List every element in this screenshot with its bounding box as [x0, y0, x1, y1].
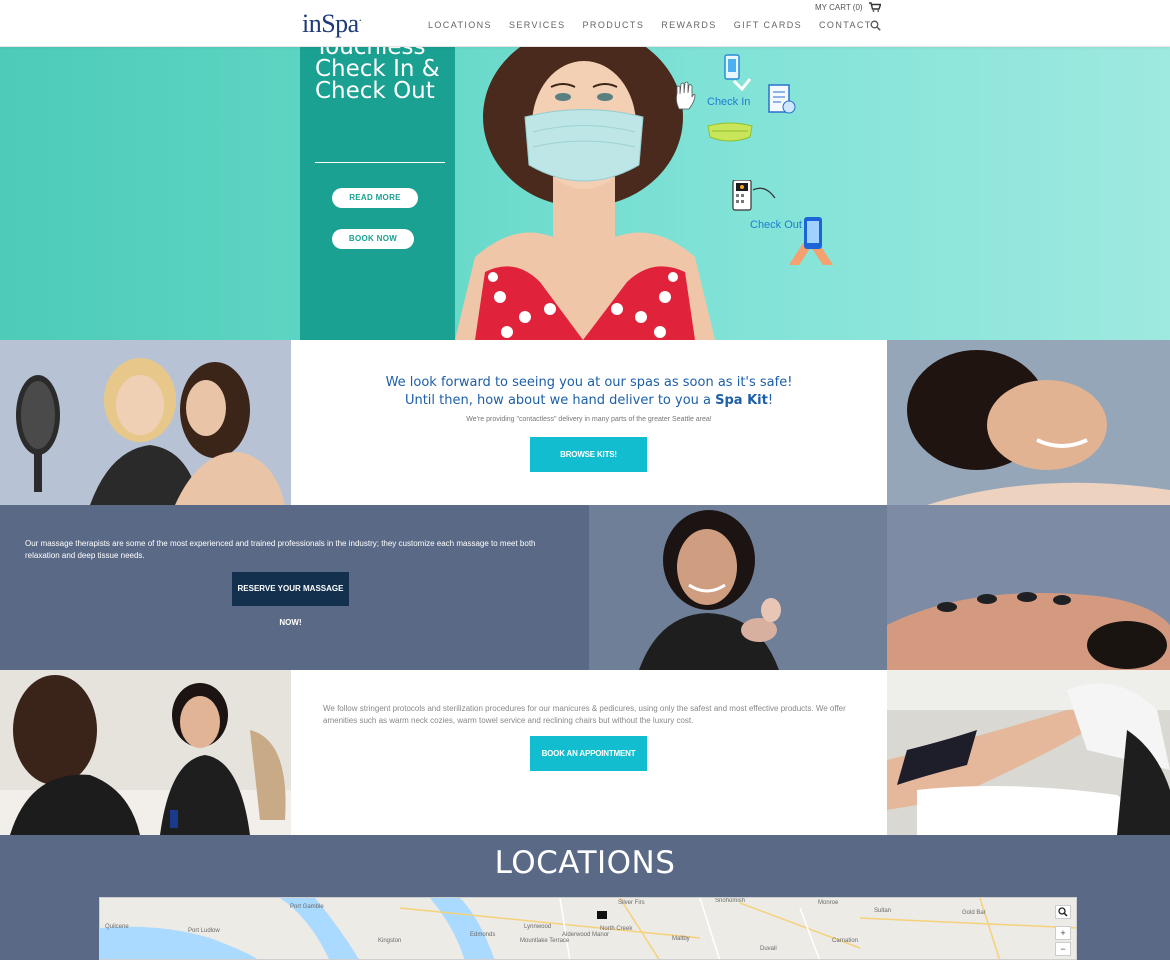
map-label-mountlake-terrace: Mountlake Terrace [520, 938, 570, 944]
card-terminal-icon [732, 180, 776, 211]
logo-text: inSpa [302, 9, 359, 38]
book-now-button[interactable]: BOOK NOW [332, 229, 414, 249]
map-zoom-in-button[interactable]: + [1055, 926, 1071, 940]
locations-map[interactable]: Port Gamble Kingston Edmonds Lynnwood Mo… [99, 897, 1077, 960]
manicure-description: We follow stringent protocols and steril… [323, 704, 846, 725]
cart-icon[interactable] [869, 2, 881, 12]
hero-title-line-2: Check In & [315, 56, 440, 82]
my-cart-link[interactable]: MY CART (0) [815, 3, 863, 12]
nav-products[interactable]: PRODUCTS [583, 20, 645, 30]
nav-gift-cards[interactable]: GIFT CARDS [734, 20, 802, 30]
map-search-icon [1058, 907, 1068, 917]
manicure-photo [0, 670, 291, 835]
map-label-quilcene: Quilcene [105, 924, 129, 930]
map-label-snohomish: Snohomish [715, 898, 746, 904]
hero-banner: Check In Check Out [0, 47, 1170, 340]
inspa-logo[interactable]: inSpa. [302, 9, 362, 38]
main-nav: LOCATIONS SERVICES PRODUCTS REWARDS GIFT… [428, 20, 889, 30]
map-label-port-gamble: Port Gamble [290, 904, 324, 910]
nav-services[interactable]: SERVICES [509, 20, 566, 30]
read-more-button[interactable]: READ MORE [332, 188, 418, 208]
site-header: inSpa. LOCATIONS SERVICES PRODUCTS REWAR… [0, 0, 1170, 47]
nav-locations[interactable]: LOCATIONS [428, 20, 492, 30]
map-label-sultan: Sultan [874, 908, 892, 914]
massage-description: Our massage therapists are some of the m… [25, 539, 536, 560]
smiling-woman-photo [887, 340, 1170, 505]
locations-section: LOCATIONS Port Gamble Kingston Edmonds L… [0, 835, 1170, 960]
kit-headline-2: Until then, how about we hand deliver to… [291, 392, 887, 410]
reserve-massage-button[interactable]: RESERVE YOUR MASSAGE NOW! [232, 572, 349, 627]
nav-contact[interactable]: CONTACT [819, 20, 872, 30]
map-label-maltby: Maltby [672, 936, 690, 942]
delivery-note: We're providing "contactless" delivery i… [466, 416, 712, 423]
mirror-consultation-photo [0, 340, 291, 505]
map-label-gold-bar: Gold Bar [962, 910, 986, 916]
nav-rewards[interactable]: REWARDS [661, 20, 716, 30]
book-appointment-button[interactable]: BOOK AN APPOINTMENT TODAY! [530, 736, 647, 793]
massage-section: Our massage therapists are some of the m… [0, 505, 589, 670]
map-label-monroe: Monroe [818, 900, 839, 906]
mask-icon [707, 122, 753, 142]
map-label-kingston: Kingston [378, 938, 402, 944]
map-label-alderwood-manor: Alderwood Manor [562, 932, 610, 938]
manicure-card: We follow stringent protocols and steril… [291, 670, 887, 835]
locations-title: LOCATIONS [494, 845, 676, 881]
check-in-label: Check In [707, 96, 751, 108]
document-icon [768, 84, 796, 114]
logo-mark: . [358, 10, 362, 24]
map-label-carnation: Carnation [832, 938, 859, 944]
map-zoom-out-button[interactable]: − [1055, 942, 1071, 956]
map-label-edmonds: Edmonds [470, 932, 496, 938]
kit-headline-2-suffix: ! [767, 393, 774, 408]
hand-icon [675, 81, 696, 110]
spa-kit-card: We look forward to seeing you at our spa… [291, 340, 887, 505]
map-label-lynnwood: Lynnwood [524, 924, 552, 930]
map-canvas [100, 898, 1076, 959]
hero-title-line-3: Check Out [315, 78, 435, 104]
hero-divider [315, 162, 445, 163]
spa-kit-emphasis: Spa Kit [715, 393, 768, 408]
phone-checkin-icon [724, 54, 752, 91]
hot-stone-massage-photo [887, 505, 1170, 670]
map-label-duvall: Duvall [760, 946, 777, 952]
pedicure-photo [887, 670, 1170, 835]
map-search-button[interactable] [1055, 905, 1071, 919]
phone-checkout-icon [789, 217, 833, 265]
browse-kits-button[interactable]: BROWSE KITS! [530, 437, 647, 472]
kit-headline-2-text: Until then, how about we hand deliver to… [404, 393, 716, 408]
map-label-port-ludlow: Port Ludlow [188, 928, 220, 934]
map-label-silver-firs: Silver Firs [618, 900, 645, 906]
map-label-north-creek: North Creek [600, 926, 633, 932]
therapist-photo [589, 505, 887, 670]
search-icon[interactable] [870, 20, 881, 31]
kit-headline-1: We look forward to seeing you at our spa… [385, 375, 793, 390]
